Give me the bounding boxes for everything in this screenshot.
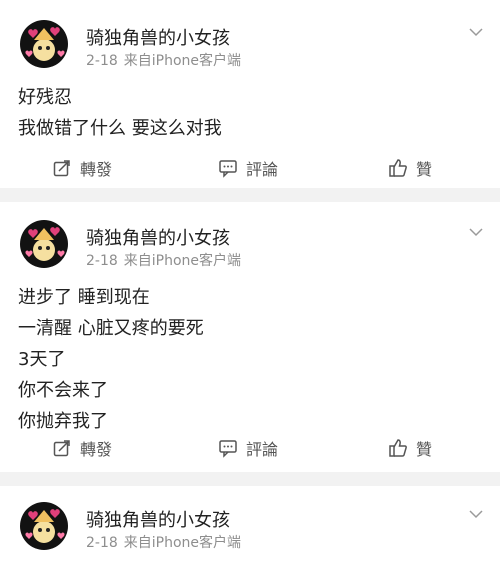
post-date: 2-18 — [86, 535, 118, 551]
repost-button[interactable]: 轉發 — [52, 150, 112, 186]
post-separator — [0, 472, 500, 486]
author-name[interactable]: 骑独角兽的小女孩 — [86, 506, 230, 532]
post-separator — [0, 188, 500, 202]
avatar[interactable] — [20, 20, 68, 68]
like-label: 贊 — [416, 440, 433, 459]
post-date: 2-18 — [86, 253, 118, 269]
weibo-post: 骑独角兽的小女孩 2-18 来自iPhone客户端 好残忍 我做错了什么 要这么对… — [0, 0, 500, 188]
comment-label: 評論 — [246, 440, 279, 459]
author-name[interactable]: 骑独角兽的小女孩 — [86, 224, 230, 250]
avatar[interactable] — [20, 502, 68, 550]
repost-icon — [53, 440, 70, 457]
author-name[interactable]: 骑独角兽的小女孩 — [86, 24, 230, 50]
thumbs-up-icon — [389, 159, 407, 177]
comment-button[interactable]: 評論 — [218, 150, 278, 186]
post-meta: 2-18 来自iPhone客户端 — [86, 50, 241, 70]
action-bar: 轉發 評論 贊 — [0, 150, 500, 186]
repost-icon — [53, 160, 70, 177]
content-line: 3天了 — [18, 349, 66, 370]
post-source[interactable]: 来自iPhone客户端 — [124, 253, 241, 269]
comment-icon — [219, 440, 237, 458]
avatar[interactable] — [20, 220, 68, 268]
comment-icon — [219, 160, 237, 178]
thumbs-up-icon — [389, 439, 407, 457]
chevron-down-icon[interactable] — [468, 506, 484, 522]
comment-label: 評論 — [246, 160, 279, 179]
post-date: 2-18 — [86, 53, 118, 69]
action-bar: 轉發 評論 贊 — [0, 430, 500, 466]
post-source[interactable]: 来自iPhone客户端 — [124, 535, 241, 551]
post-content: 好残忍 我做错了什么 要这么对我 — [18, 82, 222, 144]
weibo-post: 骑独角兽的小女孩 2-18 来自iPhone客户端 — [0, 486, 500, 561]
content-line: 一清醒 心脏又疼的要死 — [18, 318, 204, 339]
like-button[interactable]: 贊 — [388, 430, 432, 466]
content-line: 好残忍 — [18, 87, 72, 108]
like-button[interactable]: 贊 — [388, 150, 432, 186]
content-line: 我做错了什么 要这么对我 — [18, 118, 222, 139]
chevron-down-icon[interactable] — [468, 224, 484, 240]
content-line: 你不会来了 — [18, 380, 108, 401]
post-meta: 2-18 来自iPhone客户端 — [86, 250, 241, 270]
comment-button[interactable]: 評論 — [218, 430, 278, 466]
content-line: 进步了 睡到现在 — [18, 287, 150, 308]
post-content: 进步了 睡到现在 一清醒 心脏又疼的要死 3天了 你不会来了 你抛弃我了 — [18, 282, 204, 437]
repost-button[interactable]: 轉發 — [52, 430, 112, 466]
repost-label: 轉發 — [80, 440, 113, 459]
like-label: 贊 — [416, 160, 433, 179]
post-meta: 2-18 来自iPhone客户端 — [86, 532, 241, 552]
post-source[interactable]: 来自iPhone客户端 — [124, 53, 241, 69]
repost-label: 轉發 — [80, 160, 113, 179]
chevron-down-icon[interactable] — [468, 24, 484, 40]
weibo-post: 骑独角兽的小女孩 2-18 来自iPhone客户端 进步了 睡到现在 一清醒 心脏… — [0, 202, 500, 472]
